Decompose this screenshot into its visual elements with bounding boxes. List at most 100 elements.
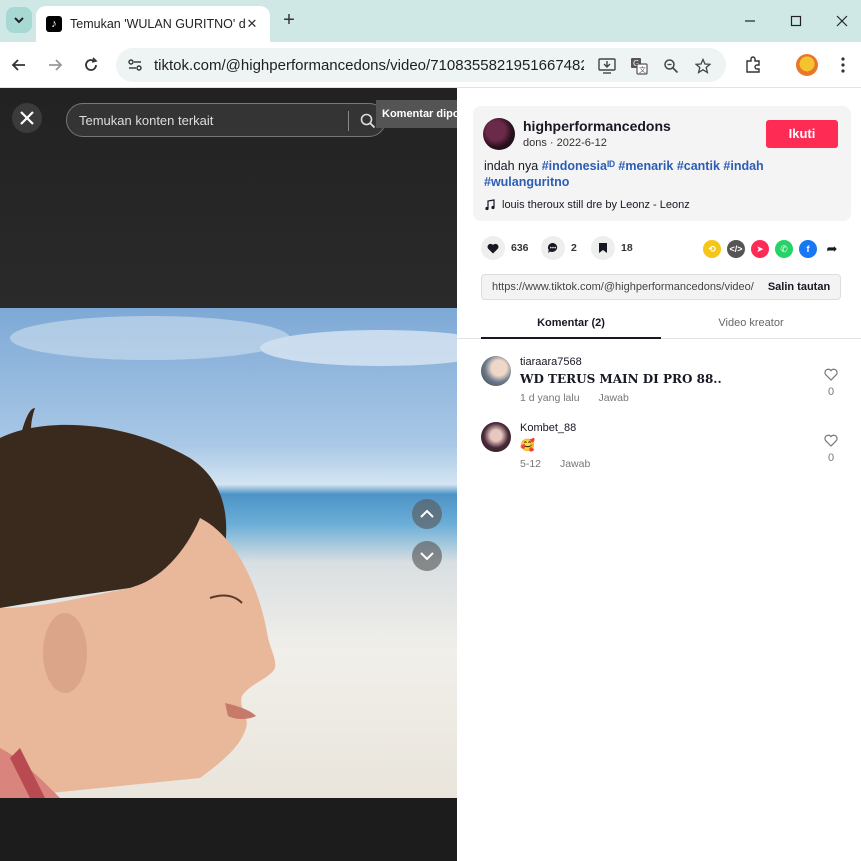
maximize-button[interactable]: [782, 8, 810, 34]
arrow-left-icon: [11, 59, 25, 71]
address-bar[interactable]: tiktok.com/@highperformancedons/video/71…: [116, 48, 726, 82]
forward-button[interactable]: [42, 52, 68, 78]
heart-outline-icon: [824, 434, 838, 447]
video-caption: indah nya #indonesiaᴵᴰ #menarik #cantik …: [484, 158, 784, 190]
minimize-icon: [745, 20, 755, 22]
save-count: 18: [621, 242, 633, 254]
creator-subtitle: dons · 2022-6-12: [523, 137, 607, 149]
browser-tab-active[interactable]: ♪ Temukan 'WULAN GURITNO' di ✕: [36, 6, 270, 42]
hashtag-link[interactable]: #indah: [723, 159, 763, 173]
hashtag-link[interactable]: #indonesiaᴵᴰ: [542, 159, 615, 173]
comment-username[interactable]: tiaraara7568: [520, 356, 582, 368]
save-button[interactable]: 18: [591, 236, 633, 260]
svg-text:文: 文: [639, 65, 646, 74]
separator: ·: [549, 137, 557, 149]
whatsapp-icon[interactable]: ✆: [775, 240, 793, 258]
tab-search-button[interactable]: [6, 7, 32, 33]
search-icon: [360, 113, 376, 129]
browser-menu-button[interactable]: [830, 52, 856, 78]
comment-icon: [547, 242, 558, 253]
chevron-down-icon: [420, 552, 434, 561]
url-text[interactable]: tiktok.com/@highperformancedons/video/71…: [154, 57, 584, 74]
tab-comments[interactable]: Komentar (2): [481, 310, 661, 339]
maximize-icon: [790, 15, 802, 27]
chevron-up-icon: [420, 509, 434, 518]
comment-button[interactable]: 2: [541, 236, 577, 260]
new-tab-button[interactable]: +: [279, 10, 299, 30]
reload-icon: [85, 57, 98, 71]
post-date: 2022-6-12: [556, 137, 607, 149]
video-player[interactable]: Temukan konten terkait Komentar dipostin…: [0, 88, 457, 861]
bookmark-icon: [599, 243, 607, 253]
creator-handle[interactable]: highperformancedons: [523, 118, 671, 134]
install-app-icon[interactable]: [596, 55, 618, 77]
comment-count: 2: [571, 242, 577, 254]
comment-like-count: 0: [827, 386, 835, 398]
close-icon: [20, 111, 34, 125]
comment-item: tiaraara7568 WD TERUS MAIN DI PRO 88.. 1…: [481, 356, 851, 406]
creator-avatar[interactable]: [483, 118, 515, 150]
heart-icon: [487, 243, 499, 253]
back-button[interactable]: [6, 52, 32, 78]
action-bar: 636 2 18 ⟲ </> ➤ ✆ f ➦: [481, 236, 851, 262]
caption-text: indah nya: [484, 159, 542, 173]
comment-like-button[interactable]: [823, 434, 839, 452]
creator-nickname: dons: [523, 137, 547, 149]
hashtag-link[interactable]: #menarik: [618, 159, 673, 173]
close-icon: [836, 15, 848, 27]
puzzle-icon: [746, 56, 760, 73]
reply-button[interactable]: Jawab: [560, 458, 590, 470]
comment-posted-tooltip: Komentar diposting: [376, 100, 457, 128]
comment-time: 1 d yang lalu: [520, 392, 580, 404]
arrow-right-icon: [49, 59, 63, 71]
send-icon[interactable]: ➤: [751, 240, 769, 258]
video-frame[interactable]: [0, 308, 457, 798]
embed-icon[interactable]: </>: [727, 240, 745, 258]
zoom-icon[interactable]: [660, 55, 682, 77]
creator-card: highperformancedons dons · 2022-6-12 Iku…: [473, 106, 851, 221]
extensions-button[interactable]: [740, 52, 766, 78]
like-button[interactable]: 636: [481, 236, 529, 260]
reply-button[interactable]: Jawab: [598, 392, 628, 404]
minimize-button[interactable]: [736, 8, 764, 34]
tab-title: Temukan 'WULAN GURITNO' di: [70, 17, 246, 31]
share-more-icon[interactable]: ➦: [823, 240, 841, 258]
share-link-box[interactable]: https://www.tiktok.com/@highperformanced…: [481, 274, 841, 300]
comment-text: WD TERUS MAIN DI PRO 88..: [520, 372, 722, 386]
avatar[interactable]: [481, 422, 511, 452]
comment-like-count: 0: [827, 452, 835, 464]
close-video-button[interactable]: [12, 103, 42, 133]
comment-like-button[interactable]: [823, 368, 839, 386]
tiktok-icon: ♪: [46, 16, 62, 32]
next-video-button[interactable]: [412, 541, 442, 571]
translate-icon[interactable]: G文: [628, 55, 650, 77]
repost-icon[interactable]: ⟲: [703, 240, 721, 258]
share-link-text[interactable]: https://www.tiktok.com/@highperformanced…: [492, 281, 754, 293]
copy-link-button[interactable]: Salin tautan: [758, 275, 840, 299]
site-info-icon[interactable]: [124, 54, 146, 76]
bookmark-star-icon[interactable]: [692, 55, 714, 77]
browser-toolbar: tiktok.com/@highperformancedons/video/71…: [0, 42, 861, 88]
related-search-input[interactable]: Temukan konten terkait: [66, 103, 386, 137]
comment-meta: 1 d yang lalu Jawab: [520, 392, 629, 404]
avatar[interactable]: [481, 356, 511, 386]
close-tab-button[interactable]: ✕: [244, 16, 260, 32]
hashtag-link[interactable]: #wulanguritno: [484, 175, 569, 189]
profile-avatar[interactable]: [796, 54, 818, 76]
comment-item: Kombet_88 🥰 5-12 Jawab 0: [481, 422, 851, 472]
search-divider: [348, 111, 349, 131]
music-title: louis theroux still dre by Leonz - Leonz: [502, 199, 690, 211]
reload-button[interactable]: [78, 52, 104, 78]
follow-button[interactable]: Ikuti: [766, 120, 838, 148]
tab-creator-videos[interactable]: Video kreator: [661, 310, 841, 339]
hashtag-link[interactable]: #cantik: [677, 159, 720, 173]
video-still-image: [0, 316, 457, 798]
panel-tabs: Komentar (2) Video kreator: [457, 310, 861, 339]
previous-video-button[interactable]: [412, 499, 442, 529]
search-placeholder: Temukan konten terkait: [79, 113, 214, 128]
close-window-button[interactable]: [828, 8, 856, 34]
comment-meta: 5-12 Jawab: [520, 458, 590, 470]
facebook-icon[interactable]: f: [799, 240, 817, 258]
music-link[interactable]: louis theroux still dre by Leonz - Leonz: [484, 199, 690, 211]
comment-username[interactable]: Kombet_88: [520, 422, 576, 434]
